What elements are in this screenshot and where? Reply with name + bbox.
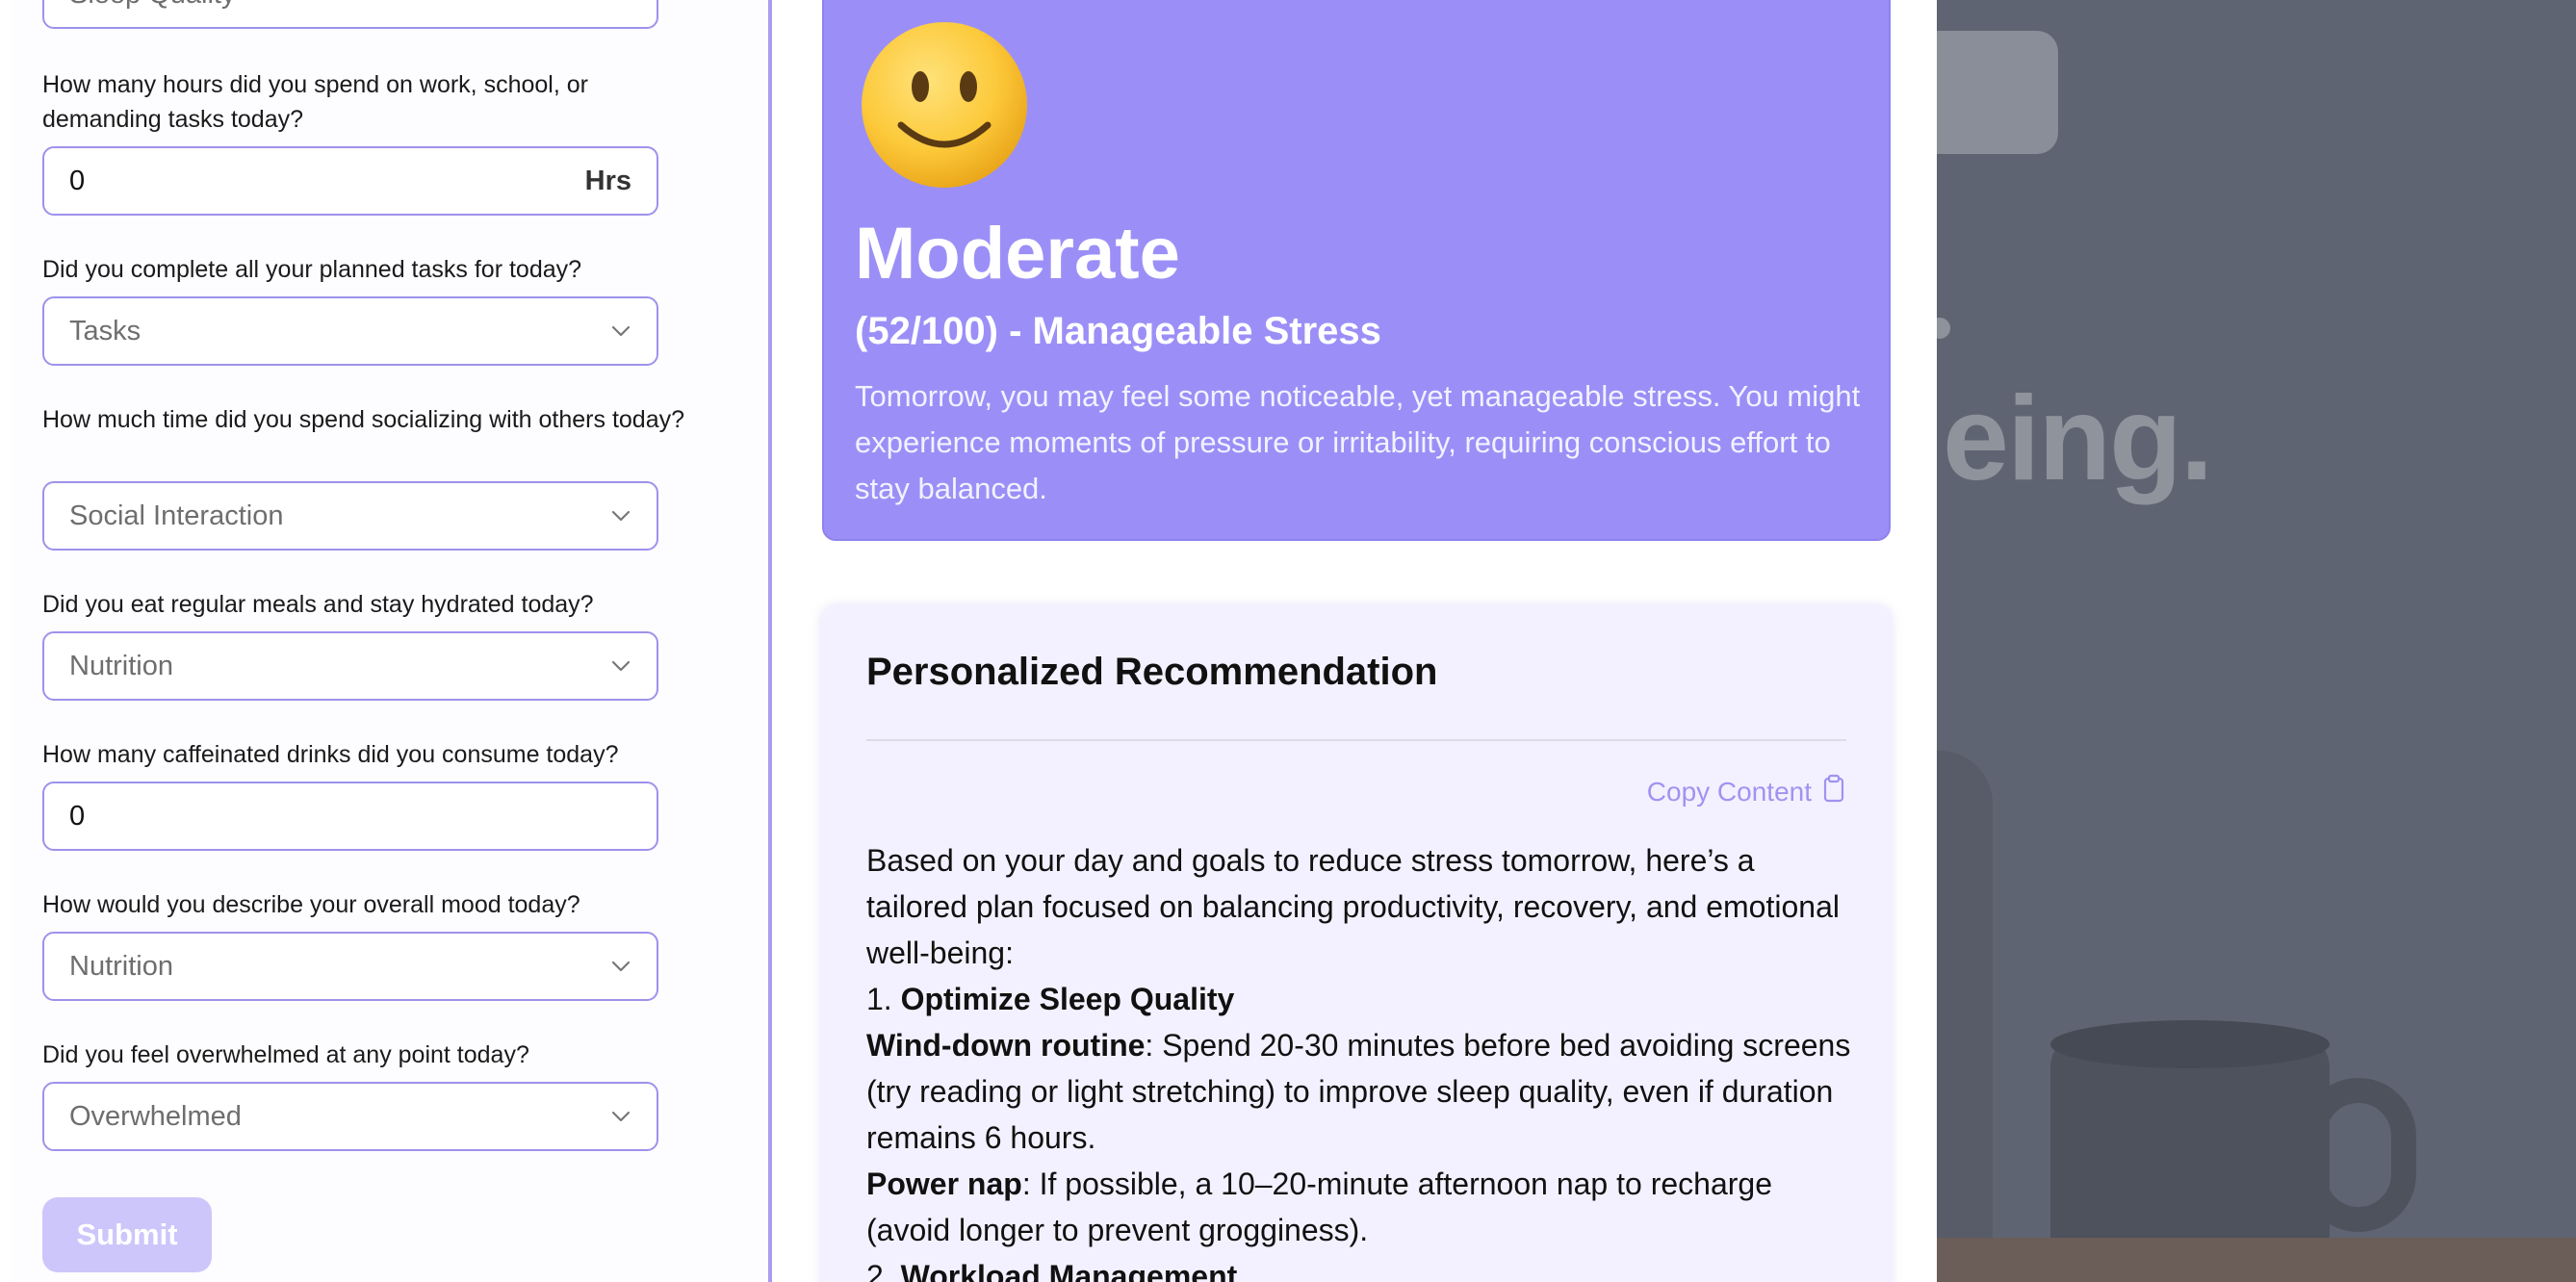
- social-select-label: Social Interaction: [69, 500, 284, 531]
- chevron-down-icon: [610, 0, 631, 5]
- nutrition-select-label: Nutrition: [69, 650, 173, 681]
- recommendation-intro: Based on your day and goals to reduce st…: [866, 843, 1840, 970]
- work-hours-input[interactable]: 0 Hrs: [42, 146, 658, 216]
- work-hours-value: 0: [69, 165, 86, 196]
- overwhelmed-select[interactable]: Overwhelmed: [42, 1082, 658, 1151]
- nutrition-select[interactable]: Nutrition: [42, 631, 658, 701]
- powernap-title: Power nap: [866, 1167, 1022, 1201]
- hours-unit-label: Hrs: [584, 165, 631, 196]
- submit-button[interactable]: Submit: [42, 1197, 212, 1272]
- mood-select-label: Nutrition: [69, 950, 173, 982]
- recommendation-card: Personalized Recommendation Copy Content…: [820, 604, 1893, 1282]
- assessment-panel: Sleep Quality How many hours did you spe…: [0, 0, 1937, 1282]
- overwhelmed-question: Did you feel overwhelmed at any point to…: [42, 1041, 529, 1068]
- copy-content-button[interactable]: Copy Content: [1647, 774, 1844, 809]
- questionnaire-form: Sleep Quality How many hours did you spe…: [12, 0, 772, 1282]
- social-question: How much time did you spend socializing …: [42, 406, 685, 433]
- recommendation-title: Personalized Recommendation: [866, 651, 1438, 693]
- sleep-quality-select[interactable]: Sleep Quality: [42, 0, 658, 29]
- chevron-down-icon: [610, 655, 631, 677]
- stress-score-text: (52/100) - Manageable Stress: [855, 310, 1381, 352]
- item-title: Optimize Sleep Quality: [900, 982, 1235, 1016]
- mood-question: How would you describe your overall mood…: [42, 891, 580, 918]
- chevron-down-icon: [610, 956, 631, 977]
- tasks-select-label: Tasks: [69, 315, 142, 346]
- sleep-quality-label: Sleep Quality: [69, 0, 610, 11]
- nutrition-question: Did you eat regular meals and stay hydra…: [42, 591, 594, 618]
- recommendation-item-2: 2. Workload Management: [866, 1253, 1858, 1282]
- tasks-question: Did you complete all your planned tasks …: [42, 256, 582, 283]
- social-interaction-select[interactable]: Social Interaction: [42, 481, 658, 551]
- copy-content-label: Copy Content: [1646, 776, 1812, 807]
- caffeine-value: 0: [69, 800, 86, 832]
- mood-select[interactable]: Nutrition: [42, 932, 658, 1001]
- chevron-down-icon: [610, 505, 631, 526]
- chevron-down-icon: [610, 1106, 631, 1127]
- stress-result-card: Moderate (52/100) - Manageable Stress To…: [822, 0, 1891, 541]
- item-number: 2.: [866, 1259, 901, 1282]
- divider: [866, 739, 1846, 741]
- recommendation-body: Based on your day and goals to reduce st…: [866, 837, 1858, 1282]
- caffeine-input[interactable]: 0: [42, 782, 658, 851]
- mug-rim: [2050, 1020, 2330, 1068]
- winddown-title: Wind-down routine: [866, 1028, 1146, 1063]
- tasks-select[interactable]: Tasks: [42, 296, 658, 366]
- item-title: Workload Management: [900, 1259, 1238, 1282]
- winddown-paragraph: Wind-down routine: Spend 20-30 minutes b…: [866, 1022, 1858, 1161]
- chevron-down-icon: [610, 320, 631, 342]
- stress-level-title: Moderate: [855, 213, 1180, 295]
- stress-description: Tomorrow, you may feel some noticeable, …: [855, 379, 1861, 505]
- powernap-paragraph: Power nap: If possible, a 10–20-minute a…: [866, 1161, 1858, 1253]
- recommendation-item-1: 1. Optimize Sleep Quality: [866, 976, 1858, 1022]
- work-hours-question: How many hours did you spend on work, sc…: [42, 71, 588, 133]
- overwhelmed-select-label: Overwhelmed: [69, 1100, 242, 1132]
- background-heading: eing.: [1943, 372, 2213, 505]
- caffeine-question: How many caffeinated drinks did you cons…: [42, 741, 619, 768]
- item-number: 1.: [866, 982, 901, 1016]
- slightly-smiling-face-icon: [859, 19, 1030, 191]
- table-surface: [1937, 1238, 2576, 1282]
- clipboard-icon: [1823, 774, 1844, 809]
